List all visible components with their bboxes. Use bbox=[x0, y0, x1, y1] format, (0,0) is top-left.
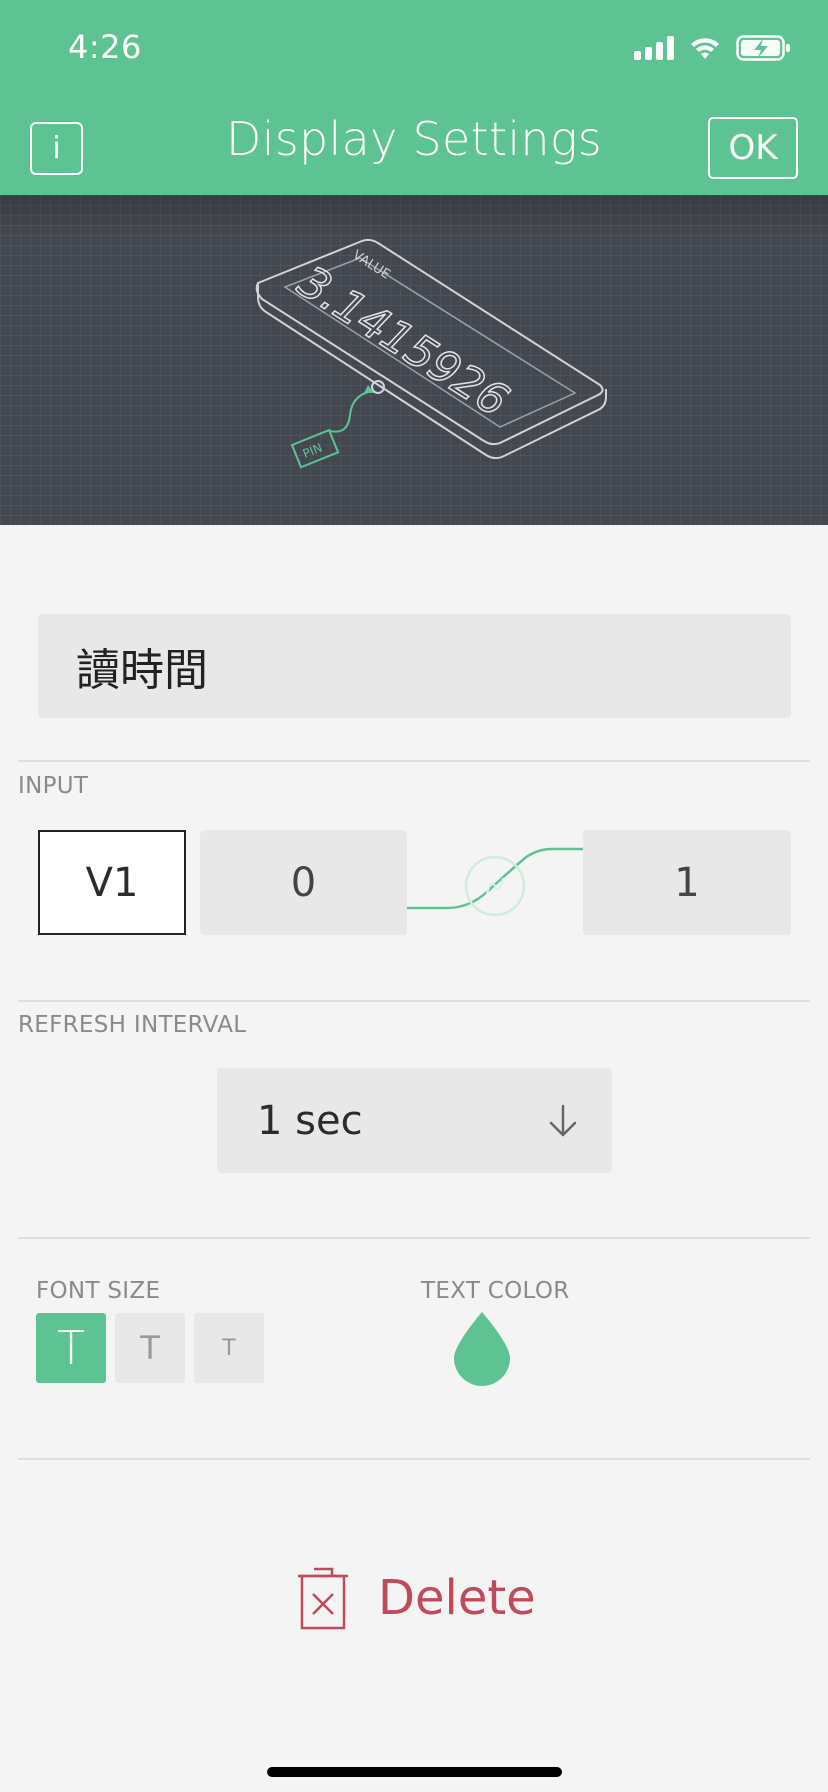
refresh-interval-value: 1 sec bbox=[257, 1097, 363, 1144]
wifi-icon bbox=[691, 38, 719, 59]
page-title: Display Settings bbox=[225, 112, 603, 166]
delete-button[interactable]: Delete bbox=[296, 1565, 536, 1631]
preview-caption: VALUE bbox=[350, 248, 393, 283]
status-time: 4:26 bbox=[68, 28, 142, 66]
font-size-large-button[interactable]: T bbox=[36, 1313, 106, 1383]
pin-select-button[interactable]: V1 bbox=[38, 830, 186, 935]
home-indicator[interactable] bbox=[267, 1767, 562, 1777]
input-section-label: INPUT bbox=[18, 773, 89, 799]
divider bbox=[18, 760, 810, 762]
divider bbox=[18, 1237, 810, 1239]
cellular-signal-icon bbox=[634, 36, 674, 60]
widget-preview: VALUE 3.1415926 PIN bbox=[0, 195, 828, 525]
battery-charging-icon bbox=[736, 35, 790, 61]
trash-icon bbox=[298, 1567, 348, 1630]
preview-pin-caption: PIN bbox=[301, 441, 325, 461]
arrow-down-icon bbox=[549, 1104, 577, 1137]
color-drop-icon[interactable] bbox=[452, 1310, 512, 1386]
text-color-section-label: TEXT COLOR bbox=[421, 1278, 570, 1304]
status-icons bbox=[634, 34, 792, 62]
input-min-field[interactable]: 0 bbox=[200, 830, 407, 935]
divider bbox=[18, 1458, 810, 1460]
refresh-section-label: REFRESH INTERVAL bbox=[18, 1012, 247, 1038]
font-size-small-button[interactable]: T bbox=[194, 1313, 264, 1383]
refresh-interval-dropdown[interactable]: 1 sec bbox=[217, 1068, 612, 1173]
font-size-medium-button[interactable]: T bbox=[115, 1313, 185, 1383]
font-size-section-label: FONT SIZE bbox=[36, 1278, 161, 1304]
mapping-curve-icon bbox=[407, 847, 583, 917]
header-bar: 4:26 i Display Settings OK bbox=[0, 0, 828, 195]
ok-button[interactable]: OK bbox=[708, 117, 798, 179]
divider bbox=[18, 1000, 810, 1002]
input-max-field[interactable]: 1 bbox=[583, 830, 791, 935]
value-display-illustration: VALUE 3.1415926 PIN bbox=[255, 238, 607, 469]
delete-label: Delete bbox=[378, 1570, 536, 1626]
widget-name-input[interactable]: 讀時間 bbox=[38, 614, 791, 718]
